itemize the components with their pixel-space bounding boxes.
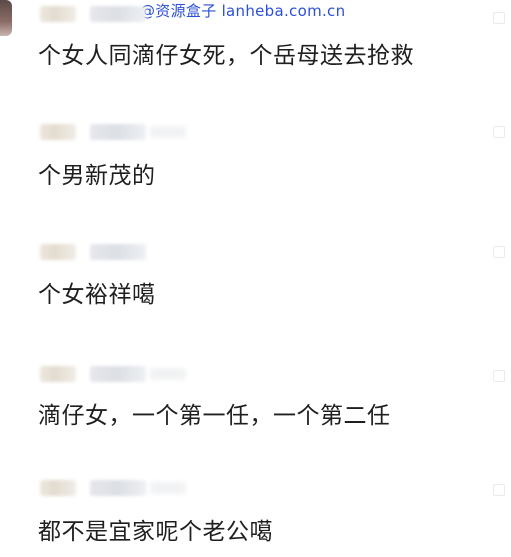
- username-blurred[interactable]: [40, 4, 146, 24]
- username-blurred[interactable]: [40, 242, 146, 262]
- like-icon[interactable]: [493, 246, 505, 258]
- watermark: @资源盒子 lanheba.com.cn: [140, 2, 346, 20]
- like-icon[interactable]: [493, 484, 505, 496]
- username-blurred[interactable]: [40, 122, 186, 142]
- comment-text: 滴仔女，一个第一任，一个第二任: [38, 403, 391, 429]
- blurred-name-part: [90, 480, 146, 496]
- blurred-name-part: [40, 124, 76, 140]
- blurred-name-part: [90, 366, 146, 382]
- blurred-name-part: [40, 366, 76, 382]
- avatar[interactable]: [0, 0, 12, 36]
- blurred-name-part: [150, 482, 186, 494]
- username-blurred[interactable]: [40, 478, 186, 498]
- comment-text: 个女人同滴仔女死，个岳母送去抢救: [38, 43, 414, 69]
- blurred-name-part: [90, 6, 146, 22]
- like-icon[interactable]: [493, 126, 505, 138]
- comment-text: 个女裕祥噶: [38, 282, 156, 308]
- blurred-name-part: [40, 6, 76, 22]
- username-blurred[interactable]: [40, 364, 186, 384]
- blurred-name-part: [40, 244, 76, 260]
- blurred-name-part: [90, 124, 146, 140]
- comment-text: 都不是宜家呢个老公噶: [38, 519, 273, 545]
- blurred-name-part: [40, 480, 76, 496]
- blurred-name-part: [150, 126, 186, 138]
- like-icon[interactable]: [493, 12, 505, 24]
- blurred-name-part: [90, 244, 146, 260]
- blurred-name-part: [150, 368, 186, 380]
- comment-text: 个男新茂的: [38, 163, 156, 189]
- like-icon[interactable]: [493, 370, 505, 382]
